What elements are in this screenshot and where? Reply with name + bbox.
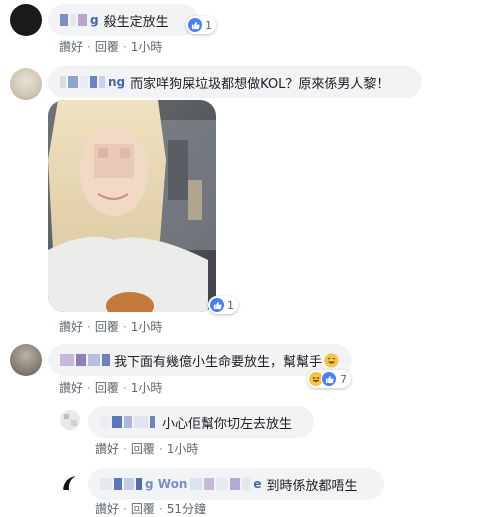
- reply-actions: 讚好 · 回覆 · 1小時: [95, 440, 198, 457]
- separator: ·: [123, 501, 127, 516]
- comment-text: 我下面有幾億小生命要放生，幫幫手: [114, 354, 323, 370]
- commenter-name[interactable]: [100, 416, 157, 428]
- like-icon: [210, 298, 224, 312]
- timestamp[interactable]: 1小時: [131, 38, 163, 55]
- comment-actions: 讚好 · 回覆 · 1小時: [59, 38, 162, 55]
- separator: ·: [122, 319, 127, 334]
- comment-text: 小心佢幫你切左去放生: [162, 416, 293, 432]
- commenter-name[interactable]: ng: [60, 75, 125, 89]
- reaction-count: 1: [205, 18, 212, 32]
- commenter-name-text: g: [90, 13, 99, 27]
- avatar[interactable]: [60, 410, 80, 430]
- avatar[interactable]: [10, 68, 42, 100]
- avatar[interactable]: [10, 344, 42, 376]
- commenter-name[interactable]: g: [60, 13, 99, 27]
- commenter-name[interactable]: g Won e: [100, 477, 262, 491]
- like-icon: [188, 18, 202, 32]
- separator: ·: [158, 501, 163, 516]
- reaction-badge[interactable]: 7: [307, 370, 351, 388]
- reaction-count: 7: [340, 372, 347, 386]
- smile-emoji-icon: [324, 352, 339, 368]
- commenter-name-end: e: [253, 477, 262, 491]
- comment-text: 到時係放都唔生: [266, 478, 358, 494]
- comment-bubble: 我下面有幾億小生命要放生，幫幫手: [48, 344, 352, 376]
- avatar[interactable]: [10, 4, 42, 36]
- commenter-name[interactable]: [60, 354, 112, 366]
- like-link[interactable]: 讚好: [95, 440, 119, 457]
- separator: ·: [87, 380, 91, 395]
- timestamp[interactable]: 51分鐘: [167, 500, 206, 517]
- reply-link[interactable]: 回覆: [131, 440, 155, 457]
- timestamp[interactable]: 1小時: [131, 379, 163, 396]
- separator: ·: [122, 380, 127, 395]
- like-link[interactable]: 讚好: [59, 318, 83, 335]
- timestamp[interactable]: 1小時: [167, 440, 199, 457]
- reply-link[interactable]: 回覆: [95, 379, 119, 396]
- reply-bubble: 小心佢幫你切左去放生: [88, 406, 314, 438]
- avatar[interactable]: [60, 472, 80, 492]
- comment-actions: 讚好 · 回覆 · 1小時: [59, 318, 162, 335]
- commenter-name-text: g Won: [145, 477, 188, 491]
- separator: ·: [87, 39, 91, 54]
- comment-actions: 讚好 · 回覆 · 1小時: [59, 379, 162, 396]
- reaction-badge[interactable]: 1: [208, 296, 238, 314]
- reaction-badge[interactable]: 1: [186, 16, 216, 34]
- reply-link[interactable]: 回覆: [95, 38, 119, 55]
- comment-text: 殺生定放生: [103, 14, 169, 30]
- like-link[interactable]: 讚好: [95, 500, 119, 517]
- separator: ·: [123, 441, 127, 456]
- like-link[interactable]: 讚好: [59, 38, 83, 55]
- reply-link[interactable]: 回覆: [131, 500, 155, 517]
- reply-link[interactable]: 回覆: [95, 318, 119, 335]
- comment-bubble: g 殺生定放生: [48, 4, 198, 36]
- timestamp[interactable]: 1小時: [131, 318, 163, 335]
- comment-text: 而家咩狗屎垃圾都想做KOL？原來係男人黎！: [130, 76, 390, 92]
- comment-bubble: ng 而家咩狗屎垃圾都想做KOL？原來係男人黎！: [48, 66, 422, 98]
- like-link[interactable]: 讚好: [59, 379, 83, 396]
- reply-actions: 讚好 · 回覆 · 51分鐘: [95, 500, 206, 517]
- commenter-name-text: ng: [108, 75, 126, 89]
- separator: ·: [122, 39, 127, 54]
- separator: ·: [87, 319, 91, 334]
- like-icon: [321, 371, 337, 387]
- reaction-count: 1: [227, 298, 234, 312]
- separator: ·: [158, 441, 163, 456]
- reply-bubble: g Won e 到時係放都唔生: [88, 468, 384, 500]
- comment-photo[interactable]: [48, 100, 216, 312]
